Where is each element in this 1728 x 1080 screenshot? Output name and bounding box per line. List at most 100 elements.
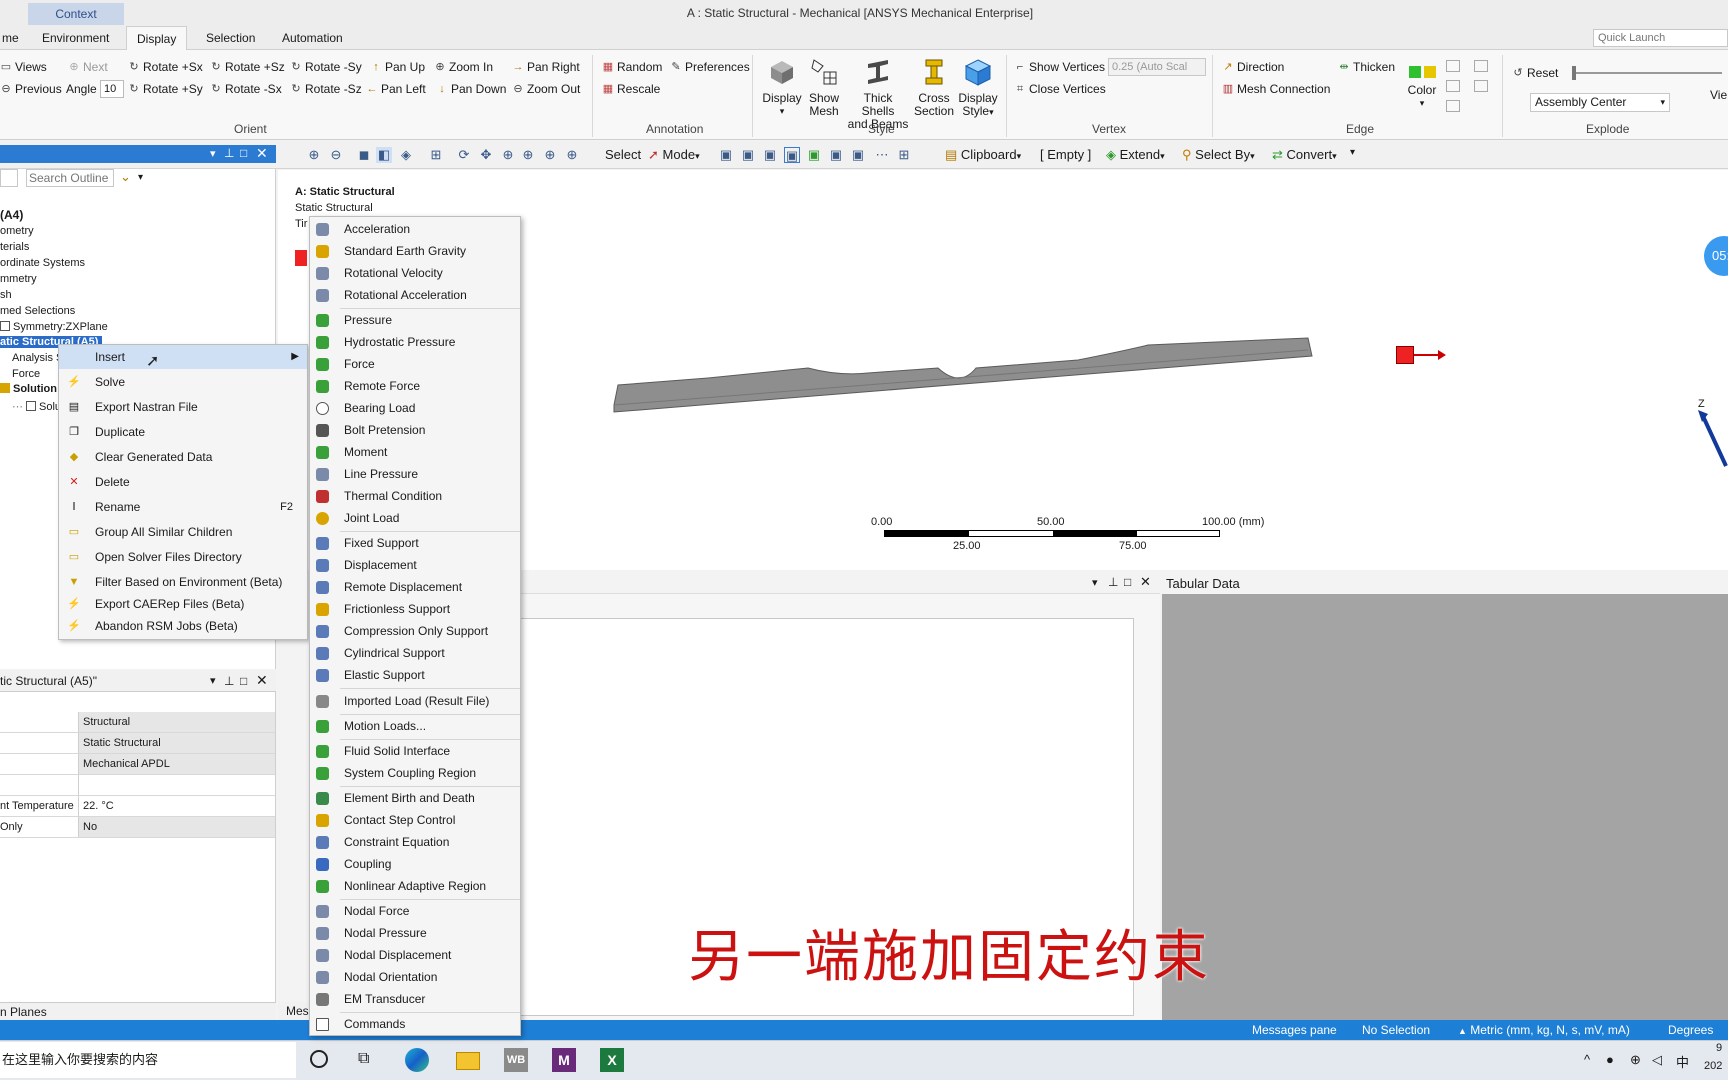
- tray-clock-time[interactable]: 9: [1716, 1042, 1722, 1054]
- submenu-item-thermal-condition[interactable]: Thermal Condition: [310, 485, 520, 507]
- select-element-face-icon[interactable]: ▣: [850, 147, 866, 163]
- submenu-item-hydrostatic-pressure[interactable]: Hydrostatic Pressure: [310, 331, 520, 353]
- submenu-item-commands[interactable]: Commands: [310, 1013, 520, 1035]
- pin-icon[interactable]: ⊥: [224, 146, 234, 160]
- mechanical-app-icon[interactable]: M: [552, 1048, 576, 1072]
- network-icon[interactable]: ⊕: [1630, 1052, 1641, 1068]
- zoom-in-button[interactable]: ⊕ Zoom In: [434, 60, 493, 74]
- tray-clock-date[interactable]: 202: [1704, 1060, 1722, 1072]
- show-vertices-button[interactable]: ⌐ Show Vertices: [1014, 60, 1105, 74]
- submenu-item-elastic-support[interactable]: Elastic Support: [310, 664, 520, 686]
- next-button[interactable]: ⊕ Next: [68, 60, 107, 74]
- menu-item-insert[interactable]: Insert ▶: [59, 345, 307, 369]
- tab-selection[interactable]: Selection: [196, 26, 265, 50]
- excel-app-icon[interactable]: X: [600, 1048, 624, 1072]
- tree-item-solution-information[interactable]: ⋯ Solu: [12, 400, 61, 413]
- rotate-plus-sz-button[interactable]: ↻ Rotate +Sz: [210, 60, 284, 74]
- tab-display[interactable]: Display: [126, 26, 188, 50]
- previous-button[interactable]: ⊖ Previous: [0, 82, 61, 96]
- submenu-item-element-birth-death[interactable]: Element Birth and Death: [310, 787, 520, 809]
- submenu-item-fluid-solid-interface[interactable]: Fluid Solid Interface: [310, 740, 520, 762]
- thick-shells-button[interactable]: Thick Shells and Beams: [846, 58, 910, 131]
- submenu-item-compression-only-support[interactable]: Compression Only Support: [310, 620, 520, 642]
- assembly-center-select[interactable]: Assembly Center ▾: [1530, 93, 1670, 112]
- pan-right-button[interactable]: → Pan Right: [512, 60, 580, 74]
- mesh-connection-button[interactable]: ▥ Mesh Connection: [1222, 82, 1331, 96]
- submenu-item-em-transducer[interactable]: EM Transducer: [310, 988, 520, 1010]
- maximize-icon[interactable]: □: [240, 670, 247, 692]
- chevron-down-icon[interactable]: ⌄: [120, 169, 131, 185]
- submenu-item-joint-load[interactable]: Joint Load: [310, 507, 520, 529]
- menu-item-solve[interactable]: ⚡ Solve: [59, 370, 307, 394]
- display-style-button[interactable]: Display Style▾: [956, 58, 1000, 119]
- shading-icon[interactable]: ◈: [398, 147, 414, 163]
- submenu-item-moment[interactable]: Moment: [310, 441, 520, 463]
- submenu-item-imported-load[interactable]: Imported Load (Result File): [310, 690, 520, 712]
- select-element-icon[interactable]: ▣: [828, 147, 844, 163]
- submenu-item-pressure[interactable]: Pressure: [310, 309, 520, 331]
- pan-left-button[interactable]: ← Pan Left: [366, 82, 426, 96]
- ime-indicator[interactable]: 中: [1676, 1052, 1689, 1071]
- tree-item-named-selections[interactable]: med Selections: [0, 305, 75, 317]
- menu-item-rename[interactable]: Ⅰ Rename F2: [59, 495, 307, 519]
- rotate-minus-sx-button[interactable]: ↻ Rotate -Sx: [210, 82, 281, 96]
- rotate-minus-sy-button[interactable]: ↻ Rotate -Sy: [290, 60, 361, 74]
- submenu-item-rotational-velocity[interactable]: Rotational Velocity: [310, 262, 520, 284]
- volume-icon[interactable]: ◁: [1652, 1052, 1662, 1068]
- dropdown-arrow-icon[interactable]: ▾: [138, 172, 143, 183]
- zoom-view-icon[interactable]: ⊕: [500, 147, 516, 163]
- select-face-icon[interactable]: ▣: [762, 147, 778, 163]
- shaded-icon[interactable]: ◼: [356, 147, 372, 163]
- select-body-icon[interactable]: ▣: [784, 147, 800, 163]
- clipboard-button[interactable]: ▤ Clipboard▾: [945, 147, 1021, 163]
- units-status[interactable]: ▲ Metric (mm, kg, N, s, mV, mA): [1458, 1023, 1630, 1037]
- tree-item-coordinate-systems[interactable]: ordinate Systems: [0, 257, 85, 269]
- submenu-item-force[interactable]: Force: [310, 353, 520, 375]
- close-icon[interactable]: ✕: [256, 145, 268, 162]
- close-vertices-button[interactable]: ⌗ Close Vertices: [1014, 82, 1106, 96]
- edge-option-icon[interactable]: [1446, 80, 1460, 92]
- angle-input[interactable]: 10: [100, 80, 124, 98]
- toolbar-overflow-icon[interactable]: ▾: [1350, 147, 1355, 158]
- tree-item-solution[interactable]: Solution: [0, 383, 57, 395]
- submenu-item-standard-earth-gravity[interactable]: Standard Earth Gravity: [310, 240, 520, 262]
- submenu-item-line-pressure[interactable]: Line Pressure: [310, 463, 520, 485]
- submenu-item-constraint-equation[interactable]: Constraint Equation: [310, 831, 520, 853]
- tree-item-mesh[interactable]: sh: [0, 289, 12, 301]
- zoom-box-icon[interactable]: ⊖: [328, 147, 344, 163]
- submenu-item-nodal-pressure[interactable]: Nodal Pressure: [310, 922, 520, 944]
- select-xyz-icon[interactable]: ⋯: [874, 147, 890, 163]
- tab-home[interactable]: me: [0, 26, 29, 50]
- mode-button[interactable]: ➚ Mode▾: [648, 147, 700, 163]
- menu-item-clear-generated-data[interactable]: ◆ Clear Generated Data: [59, 445, 307, 469]
- submenu-item-rotational-acceleration[interactable]: Rotational Acceleration: [310, 284, 520, 306]
- extend-button[interactable]: ◈ Extend▾: [1106, 147, 1165, 163]
- edges-icon[interactable]: ⊞: [428, 147, 444, 163]
- submenu-item-contact-step-control[interactable]: Contact Step Control: [310, 809, 520, 831]
- zoom-out-button[interactable]: ⊖ Zoom Out: [512, 82, 580, 96]
- tree-item-symmetry[interactable]: mmetry: [0, 273, 37, 285]
- explode-slider-handle[interactable]: [1572, 66, 1576, 80]
- submenu-item-frictionless-support[interactable]: Frictionless Support: [310, 598, 520, 620]
- tree-item-symmetry-zxplane[interactable]: Symmetry:ZXPlane: [0, 321, 108, 333]
- submenu-item-system-coupling-region[interactable]: System Coupling Region: [310, 762, 520, 784]
- select-vertex-icon[interactable]: ▣: [718, 147, 734, 163]
- submenu-item-displacement[interactable]: Displacement: [310, 554, 520, 576]
- submenu-item-cylindrical-support[interactable]: Cylindrical Support: [310, 642, 520, 664]
- direction-button[interactable]: ↗ Direction: [1222, 60, 1284, 74]
- menu-item-filter-environment[interactable]: ▼ Filter Based on Environment (Beta): [59, 570, 307, 592]
- rotate-plus-sy-button[interactable]: ↻ Rotate +Sy: [128, 82, 202, 96]
- maximize-icon[interactable]: □: [1124, 575, 1131, 589]
- zoom-fit-all-icon[interactable]: ⊕: [542, 147, 558, 163]
- menu-item-open-solver-dir[interactable]: ▭ Open Solver Files Directory: [59, 545, 307, 569]
- rotate-plus-sx-button[interactable]: ↻ Rotate +Sx: [128, 60, 202, 74]
- file-explorer-icon[interactable]: [456, 1052, 480, 1070]
- search-outline-input[interactable]: [26, 169, 114, 187]
- menu-item-group-similar[interactable]: ▭ Group All Similar Children: [59, 520, 307, 544]
- zoom-region-icon[interactable]: ⊕: [520, 147, 536, 163]
- cross-section-button[interactable]: Cross Section: [912, 58, 956, 118]
- menu-item-delete[interactable]: ✕ Delete: [59, 470, 307, 494]
- display-button[interactable]: Display ▾: [760, 58, 804, 118]
- views-button[interactable]: ▭ Views: [0, 60, 47, 74]
- thicken-button[interactable]: ⇹ Thicken: [1338, 60, 1395, 74]
